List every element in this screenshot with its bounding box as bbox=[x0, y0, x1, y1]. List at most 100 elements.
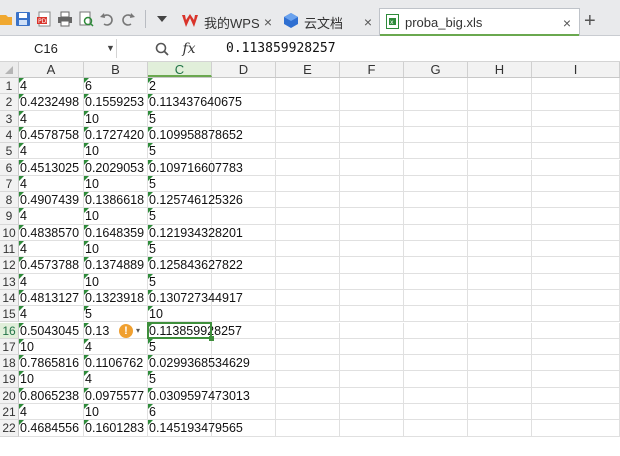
cell-d13[interactable] bbox=[212, 273, 276, 290]
cell-h13[interactable] bbox=[468, 273, 532, 290]
cell-a10[interactable]: 0.4838570 bbox=[19, 224, 84, 241]
error-smart-tag[interactable]: ! ▾ bbox=[119, 323, 140, 338]
cell-a5[interactable]: 4 bbox=[19, 143, 84, 160]
cell-i4[interactable] bbox=[532, 126, 620, 144]
cell-f2[interactable] bbox=[340, 94, 404, 111]
cell-h16[interactable] bbox=[468, 322, 532, 339]
cell-a18[interactable]: 0.7865816 bbox=[19, 355, 84, 372]
close-icon[interactable]: × bbox=[264, 14, 272, 30]
cell-g20[interactable] bbox=[404, 387, 468, 404]
cell-c14[interactable]: 0.130727344917 bbox=[148, 289, 243, 307]
cell-g17[interactable] bbox=[404, 338, 468, 356]
cell-f10[interactable] bbox=[340, 224, 404, 241]
new-tab-plus-icon[interactable]: + bbox=[584, 11, 596, 31]
cell-f14[interactable] bbox=[340, 289, 404, 307]
cell-a19[interactable]: 10 bbox=[19, 371, 84, 388]
insert-function-button[interactable]: fx bbox=[178, 39, 200, 58]
cell-h18[interactable] bbox=[468, 355, 532, 372]
cell-e19[interactable] bbox=[276, 371, 340, 388]
cell-f21[interactable] bbox=[340, 404, 404, 421]
cell-h10[interactable] bbox=[468, 224, 532, 241]
row-header[interactable]: 16 bbox=[0, 322, 19, 339]
formula-value[interactable]: 0.113859928257 bbox=[226, 41, 336, 56]
cell-f11[interactable] bbox=[340, 241, 404, 258]
cell-a17[interactable]: 10 bbox=[19, 338, 84, 356]
cell-e8[interactable] bbox=[276, 192, 340, 209]
cell-g2[interactable] bbox=[404, 94, 468, 111]
cell-b20[interactable]: 0.0975577 bbox=[84, 387, 148, 404]
zoom-lookup-icon[interactable] bbox=[152, 39, 172, 58]
row-header[interactable]: 8 bbox=[0, 192, 19, 209]
cell-e7[interactable] bbox=[276, 175, 340, 193]
cell-g11[interactable] bbox=[404, 241, 468, 258]
cell-e2[interactable] bbox=[276, 94, 340, 111]
cell-c7[interactable]: 5 bbox=[148, 175, 212, 193]
cell-g6[interactable] bbox=[404, 159, 468, 176]
cell-i12[interactable] bbox=[532, 257, 620, 274]
cell-c22[interactable]: 0.145193479565 bbox=[148, 420, 243, 437]
row-header[interactable]: 2 bbox=[0, 94, 19, 111]
cell-h17[interactable] bbox=[468, 338, 532, 356]
cell-a1[interactable]: 4 bbox=[19, 78, 84, 95]
row-header[interactable]: 12 bbox=[0, 257, 19, 274]
cell-g13[interactable] bbox=[404, 273, 468, 290]
cell-h9[interactable] bbox=[468, 208, 532, 225]
cell-e1[interactable] bbox=[276, 78, 340, 95]
close-icon[interactable]: × bbox=[364, 14, 372, 30]
cell-h12[interactable] bbox=[468, 257, 532, 274]
cell-a22[interactable]: 0.4684556 bbox=[19, 420, 84, 437]
cell-g15[interactable] bbox=[404, 306, 468, 323]
tab-my-wps[interactable]: 我的WPS × bbox=[180, 8, 278, 36]
cell-e20[interactable] bbox=[276, 387, 340, 404]
cell-i11[interactable] bbox=[532, 241, 620, 258]
cell-f17[interactable] bbox=[340, 338, 404, 356]
print-preview-icon[interactable] bbox=[76, 9, 96, 29]
cell-b18[interactable]: 0.1106762 bbox=[84, 355, 148, 372]
cell-c5[interactable]: 5 bbox=[148, 143, 212, 160]
cell-e17[interactable] bbox=[276, 338, 340, 356]
row-header[interactable]: 7 bbox=[0, 175, 19, 193]
cell-g3[interactable] bbox=[404, 110, 468, 127]
cell-e22[interactable] bbox=[276, 420, 340, 437]
cell-a21[interactable]: 4 bbox=[19, 404, 84, 421]
cell-f19[interactable] bbox=[340, 371, 404, 388]
cell-h5[interactable] bbox=[468, 143, 532, 160]
column-header-a[interactable]: A bbox=[19, 62, 84, 77]
cell-c2[interactable]: 0.113437640675 bbox=[148, 94, 242, 111]
cell-b9[interactable]: 10 bbox=[84, 208, 148, 225]
cell-d7[interactable] bbox=[212, 175, 276, 193]
cell-i13[interactable] bbox=[532, 273, 620, 290]
cell-e5[interactable] bbox=[276, 143, 340, 160]
cell-h21[interactable] bbox=[468, 404, 532, 421]
fill-handle[interactable] bbox=[209, 335, 214, 341]
cell-g14[interactable] bbox=[404, 289, 468, 307]
column-header-h[interactable]: H bbox=[468, 62, 532, 77]
cell-e16[interactable] bbox=[276, 322, 340, 339]
cell-f7[interactable] bbox=[340, 175, 404, 193]
cell-d15[interactable] bbox=[212, 306, 276, 323]
cell-f13[interactable] bbox=[340, 273, 404, 290]
cell-c19[interactable]: 5 bbox=[148, 371, 212, 388]
spreadsheet-grid[interactable]: 4 6 2 0.4232498 0.1559253 0.113437640675 4 10 5 0… bbox=[19, 78, 620, 456]
cell-c18[interactable]: 0.0299368534629 bbox=[148, 355, 250, 372]
tab-cloud-docs[interactable]: 云文档 × bbox=[282, 8, 378, 36]
cell-h1[interactable] bbox=[468, 78, 532, 95]
cell-c3[interactable]: 5 bbox=[148, 110, 212, 127]
cell-f8[interactable] bbox=[340, 192, 404, 209]
tab-proba-big-xls[interactable]: x proba_big.xls × bbox=[379, 8, 580, 36]
row-header[interactable]: 6 bbox=[0, 159, 19, 176]
cell-d3[interactable] bbox=[212, 110, 276, 127]
cell-e10[interactable] bbox=[276, 224, 340, 241]
cell-d17[interactable] bbox=[212, 338, 276, 356]
select-all-corner[interactable] bbox=[0, 62, 19, 77]
row-header[interactable]: 3 bbox=[0, 110, 19, 127]
cell-b14[interactable]: 0.1323918 bbox=[84, 289, 148, 307]
cell-f18[interactable] bbox=[340, 355, 404, 372]
cell-i2[interactable] bbox=[532, 94, 620, 111]
cell-c11[interactable]: 5 bbox=[148, 241, 212, 258]
cell-h3[interactable] bbox=[468, 110, 532, 127]
column-header-d[interactable]: D bbox=[212, 62, 276, 77]
cell-b2[interactable]: 0.1559253 bbox=[84, 94, 148, 111]
cell-d9[interactable] bbox=[212, 208, 276, 225]
cell-b6[interactable]: 0.2029053 bbox=[84, 159, 148, 176]
